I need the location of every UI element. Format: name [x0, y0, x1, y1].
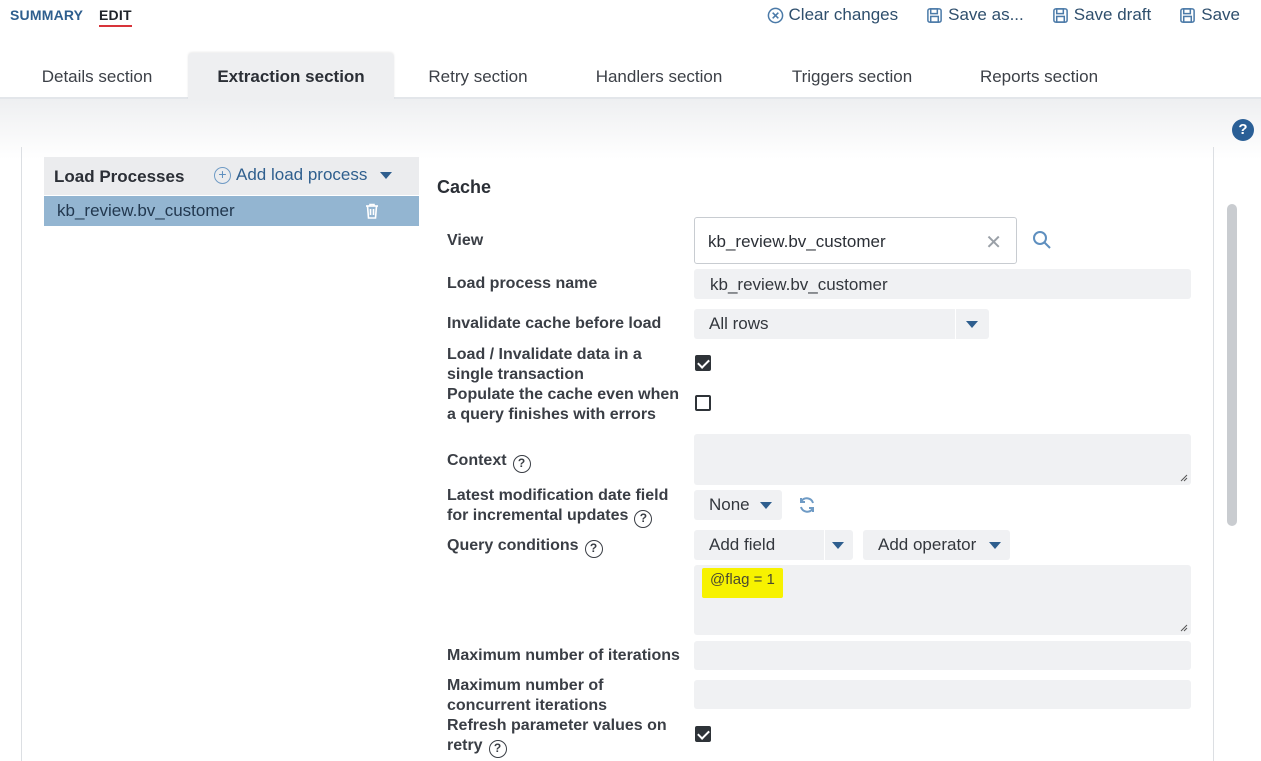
query-condition-text: @flag = 1	[702, 568, 783, 598]
max-concurrent-label-line1: Maximum number of	[447, 677, 604, 694]
context-label-text: Context	[447, 452, 507, 469]
save-as-button[interactable]: Save as...	[926, 5, 1024, 25]
plus-circle-icon: +	[214, 166, 231, 184]
cache-section-title: Cache	[437, 177, 492, 197]
select-divider	[955, 309, 956, 339]
question-circle-icon[interactable]: ?	[512, 455, 531, 473]
populate-errors-label: Populate the cache even when a query fin…	[447, 385, 679, 425]
latest-mod-value: None	[709, 495, 750, 514]
floppy-icon	[927, 7, 943, 23]
tab-details[interactable]: Details section	[22, 53, 172, 99]
panel-border-left	[21, 147, 22, 761]
content-header-band	[0, 99, 1261, 159]
max-concurrent-label-line2: concurrent iterations	[447, 697, 608, 714]
context-textarea[interactable]	[694, 434, 1191, 485]
max-concurrent-field[interactable]	[694, 680, 1191, 709]
summary-tab[interactable]: SUMMARY	[10, 7, 83, 23]
query-conditions-label: Query conditions?	[447, 536, 603, 558]
question-circle-icon[interactable]: ?	[634, 510, 653, 528]
load-process-name-field[interactable]: kb_review.bv_customer	[694, 269, 1191, 299]
populate-errors-label-line2: a query finishes with errors	[447, 406, 656, 423]
caret-down-icon	[760, 502, 772, 509]
caret-down-icon	[966, 321, 978, 328]
clear-icon[interactable]: ✕	[985, 230, 1002, 255]
load-processes-header: Load Processes + Add load process	[44, 157, 419, 195]
latest-mod-label-line1: Latest modification date field	[447, 487, 669, 504]
save-label: Save	[1201, 5, 1240, 24]
query-conditions-label-text: Query conditions	[447, 537, 579, 554]
load-process-name-label: Load process name	[447, 275, 598, 292]
help-icon[interactable]: ?	[1232, 119, 1254, 141]
tab-handlers[interactable]: Handlers section	[578, 53, 740, 99]
refresh-params-label-line2: retry	[447, 737, 483, 754]
load-process-item[interactable]: kb_review.bv_customer	[44, 196, 419, 226]
refresh-params-label-line1: Refresh parameter values on	[447, 717, 667, 734]
trash-icon[interactable]	[363, 202, 381, 220]
caret-down-icon	[989, 542, 1001, 549]
single-transaction-label-line2: single transaction	[447, 366, 584, 383]
single-transaction-label-line1: Load / Invalidate data in a	[447, 346, 642, 363]
save-draft-button[interactable]: Save draft	[1052, 5, 1152, 25]
view-input[interactable]: kb_review.bv_customer ✕	[694, 217, 1017, 264]
resize-grip-icon[interactable]	[1178, 472, 1188, 482]
clear-circle-icon	[767, 7, 783, 23]
invalidate-cache-select[interactable]: All rows	[694, 309, 989, 339]
section-tabs: Details section Extraction section Retry…	[0, 53, 1261, 99]
floppy-icon	[1052, 7, 1068, 23]
scrollbar-thumb[interactable]	[1227, 204, 1237, 526]
max-concurrent-label: Maximum number of concurrent iterations	[447, 676, 607, 716]
add-field-select[interactable]: Add field	[694, 530, 853, 560]
search-icon[interactable]	[1032, 230, 1052, 250]
save-draft-label: Save draft	[1073, 5, 1152, 24]
add-field-label: Add field	[709, 535, 776, 554]
refresh-icon[interactable]	[797, 495, 817, 515]
refresh-params-label: Refresh parameter values on retry?	[447, 716, 667, 758]
add-load-process-label: Add load process	[236, 165, 368, 184]
resize-grip-icon[interactable]	[1178, 622, 1188, 632]
populate-errors-label-line1: Populate the cache even when	[447, 386, 680, 403]
latest-mod-select[interactable]: None	[694, 490, 782, 520]
load-process-item-label: kb_review.bv_customer	[57, 201, 235, 220]
max-iterations-label: Maximum number of iterations	[447, 647, 680, 664]
question-circle-icon[interactable]: ?	[488, 740, 507, 758]
caret-down-icon	[832, 542, 844, 549]
invalidate-cache-value: All rows	[709, 314, 769, 333]
single-transaction-label: Load / Invalidate data in a single trans…	[447, 345, 642, 385]
tab-reports[interactable]: Reports section	[962, 53, 1116, 99]
edit-tab[interactable]: EDIT	[99, 7, 132, 27]
caret-down-icon[interactable]	[380, 171, 393, 179]
add-operator-select[interactable]: Add operator	[863, 530, 1010, 560]
floppy-icon	[1180, 7, 1196, 23]
add-operator-label: Add operator	[878, 535, 977, 554]
add-load-process-button[interactable]: + Add load process	[214, 165, 393, 185]
latest-mod-label-line2: for incremental updates	[447, 507, 629, 524]
max-iterations-field[interactable]	[694, 641, 1191, 670]
select-divider	[824, 530, 825, 560]
view-input-value: kb_review.bv_customer	[708, 232, 886, 251]
save-button[interactable]: Save	[1179, 5, 1240, 25]
latest-mod-label: Latest modification date field for incre…	[447, 486, 668, 528]
tab-triggers[interactable]: Triggers section	[775, 53, 929, 99]
clear-changes-button[interactable]: Clear changes	[767, 5, 899, 25]
toolbar-actions: Clear changes Save as... Save draft Save	[767, 5, 1240, 25]
refresh-params-checkbox[interactable]	[695, 726, 711, 742]
tab-retry[interactable]: Retry section	[410, 53, 546, 99]
single-transaction-checkbox[interactable]	[695, 355, 711, 371]
invalidate-cache-label: Invalidate cache before load	[447, 315, 662, 332]
clear-changes-label: Clear changes	[788, 5, 899, 24]
panel-border-right	[1213, 147, 1214, 761]
tab-extraction[interactable]: Extraction section	[188, 53, 394, 99]
view-label: View	[447, 232, 484, 249]
populate-errors-checkbox[interactable]	[695, 395, 711, 411]
save-as-label: Save as...	[948, 5, 1024, 24]
load-processes-title: Load Processes	[54, 167, 185, 186]
question-circle-icon[interactable]: ?	[584, 540, 603, 558]
context-label: Context?	[447, 451, 531, 473]
